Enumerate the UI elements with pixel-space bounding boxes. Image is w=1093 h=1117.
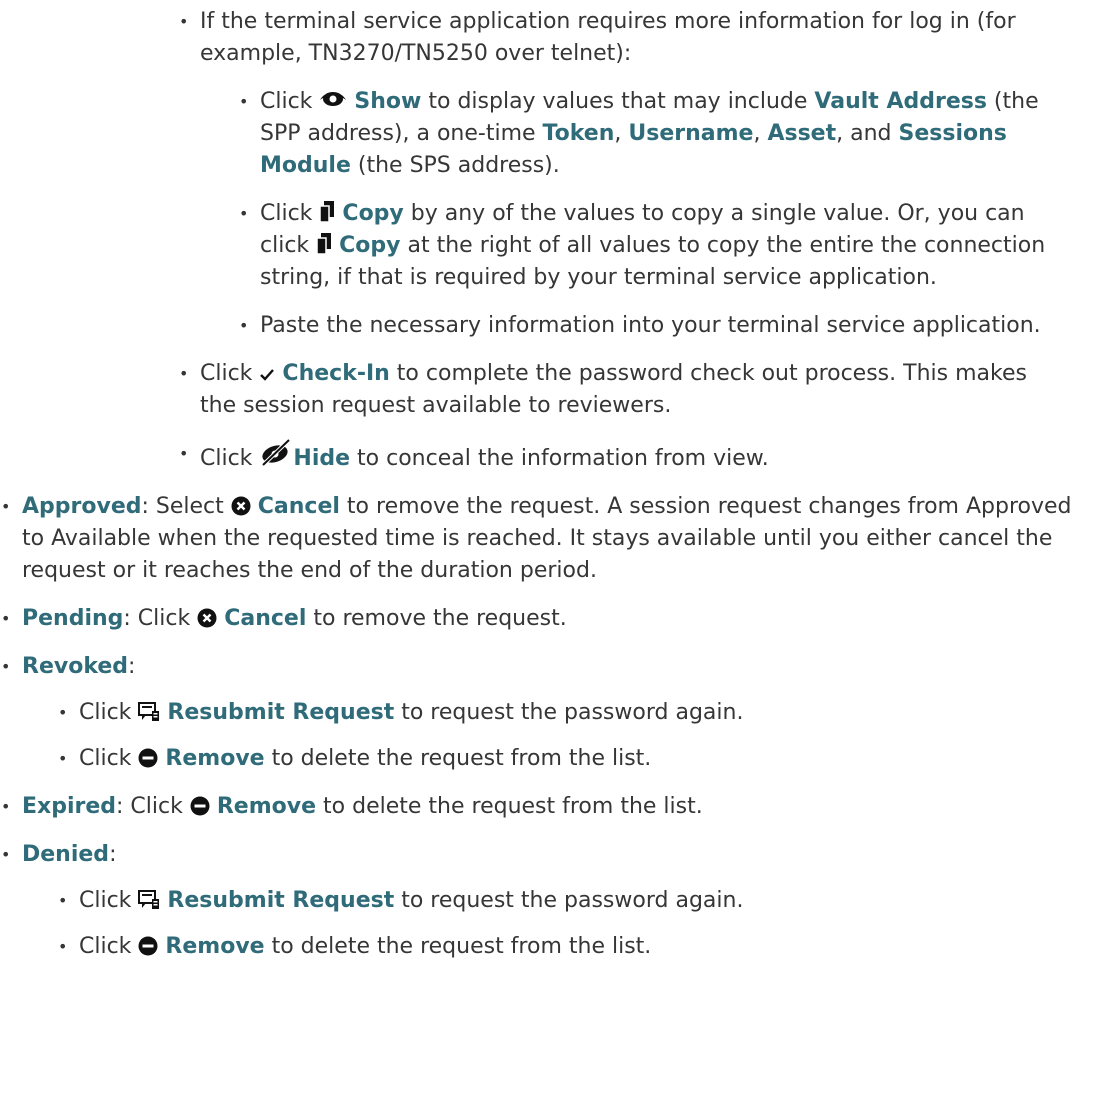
separator: , (614, 121, 629, 146)
list-item-terminal-info: • If the terminal service application re… (179, 6, 1070, 342)
cancel-circle-icon (231, 496, 251, 516)
cancel-label: Cancel (224, 606, 307, 631)
remove-circle-icon (190, 796, 210, 816)
approved-label: Approved (22, 494, 142, 519)
hide-label: Hide (293, 446, 351, 471)
bullet: • (1, 609, 11, 628)
remove-post-text: to delete the request from the list. (264, 934, 652, 959)
bullet: • (179, 444, 189, 463)
hide-post-text: to conceal the information from view. (350, 446, 769, 471)
show-pre-text: Click (260, 89, 320, 114)
asset-label: Asset (767, 121, 837, 146)
remove-label: Remove (165, 934, 265, 959)
separator: , (753, 121, 768, 146)
cancel-label: Cancel (257, 494, 340, 519)
list-item-remove: • Click Remove to delete the request fro… (58, 931, 1059, 963)
resubmit-request-label: Resubmit Request (167, 888, 395, 913)
list-item-show: • Click Show to display values that may … (239, 86, 1060, 182)
copy-pre-text: Click (260, 201, 320, 226)
list-item-resubmit: • Click Resubmit Request to request the … (58, 697, 1059, 729)
token-label: Token (542, 121, 615, 146)
checkin-pre-text: Click (200, 361, 260, 386)
checkin-label: Check-In (282, 361, 390, 386)
copy-label: Copy (339, 233, 401, 258)
checkmark-icon (259, 367, 275, 383)
terminal-info-text: If the terminal service application requ… (200, 9, 1016, 66)
remove-circle-icon (138, 936, 158, 956)
bullet: • (1, 845, 11, 864)
cancel-circle-icon (197, 608, 217, 628)
resubmit-pre-text: Click (79, 888, 139, 913)
list-item-paste: • Paste the necessary information into y… (239, 310, 1060, 342)
eye-icon (319, 87, 347, 111)
expired-post-text: to delete the request from the list. (316, 794, 703, 819)
copy-icon (316, 233, 332, 255)
bullet: • (239, 316, 249, 335)
denied-colon: : (109, 842, 117, 867)
remove-label: Remove (216, 794, 317, 819)
denied-label: Denied (22, 842, 110, 867)
bullet: • (58, 937, 68, 956)
show-mid-text: , and (836, 121, 899, 146)
username-label: Username (628, 121, 754, 146)
bullet: • (58, 891, 68, 910)
status-list: • Approved: Select Cancel to remove the … (1, 491, 1072, 963)
remove-pre-text: Click (79, 746, 139, 771)
bullet: • (239, 92, 249, 111)
resubmit-post-text: to request the password again. (394, 700, 744, 725)
resubmit-request-icon (138, 702, 160, 722)
pending-label: Pending (22, 606, 124, 631)
denied-actions-list: • Click Resubmit Request to request the … (58, 885, 1059, 963)
resubmit-pre-text: Click (79, 700, 139, 725)
bullet: • (179, 12, 189, 31)
list-item-checkin: • Click Check-In to complete the passwor… (179, 358, 1070, 422)
list-item-expired: • Expired: Click Remove to delete the re… (1, 791, 1072, 823)
list-item-hide: • Click Hide to conceal the information … (179, 438, 1070, 475)
available-actions-list: • If the terminal service application re… (179, 6, 1070, 475)
list-item-denied: • Denied: • Click Resubmit Request to re… (1, 839, 1072, 963)
resubmit-request-icon (138, 890, 160, 910)
show-label: Show (354, 89, 422, 114)
paste-text: Paste the necessary information into you… (260, 313, 1041, 338)
list-item-resubmit: • Click Resubmit Request to request the … (58, 885, 1059, 917)
expired-pre-text: : Click (116, 794, 190, 819)
pending-post-text: to remove the request. (306, 606, 567, 631)
revoked-label: Revoked (22, 654, 129, 679)
vault-address-label: Vault Address (814, 89, 987, 114)
remove-post-text: to delete the request from the list. (264, 746, 652, 771)
copy-icon (319, 201, 335, 223)
list-item-revoked: • Revoked: • Click Resubmit Request to r… (1, 651, 1072, 775)
show-post-text: (the SPS address). (350, 153, 560, 178)
list-item-pending: • Pending: Click Cancel to remove the re… (1, 603, 1072, 635)
revoked-actions-list: • Click Resubmit Request to request the … (58, 697, 1059, 775)
hide-pre-text: Click (200, 446, 260, 471)
bullet: • (58, 749, 68, 768)
list-item-remove: • Click Remove to delete the request fro… (58, 743, 1059, 775)
expired-label: Expired (22, 794, 117, 819)
bullet: • (179, 364, 189, 383)
eye-slash-icon (259, 438, 293, 466)
remove-pre-text: Click (79, 934, 139, 959)
document-body: • If the terminal service application re… (0, 0, 1093, 979)
bullet: • (239, 204, 249, 223)
list-item-copy: • Click Copy by any of the values to cop… (239, 198, 1060, 294)
bullet: • (1, 497, 11, 516)
resubmit-request-label: Resubmit Request (167, 700, 395, 725)
list-item-approved: • Approved: Select Cancel to remove the … (1, 491, 1072, 587)
remove-circle-icon (138, 748, 158, 768)
remove-label: Remove (165, 746, 265, 771)
approved-pre-text: : Select (141, 494, 231, 519)
bullet: • (1, 657, 11, 676)
pending-pre-text: : Click (123, 606, 198, 631)
show-mid-text: to display values that may include (421, 89, 815, 114)
copy-label: Copy (342, 201, 404, 226)
bullet: • (1, 797, 11, 816)
bullet: • (58, 703, 68, 722)
terminal-subitems-list: • Click Show to display values that may … (239, 86, 1060, 342)
resubmit-post-text: to request the password again. (394, 888, 744, 913)
revoked-colon: : (128, 654, 136, 679)
